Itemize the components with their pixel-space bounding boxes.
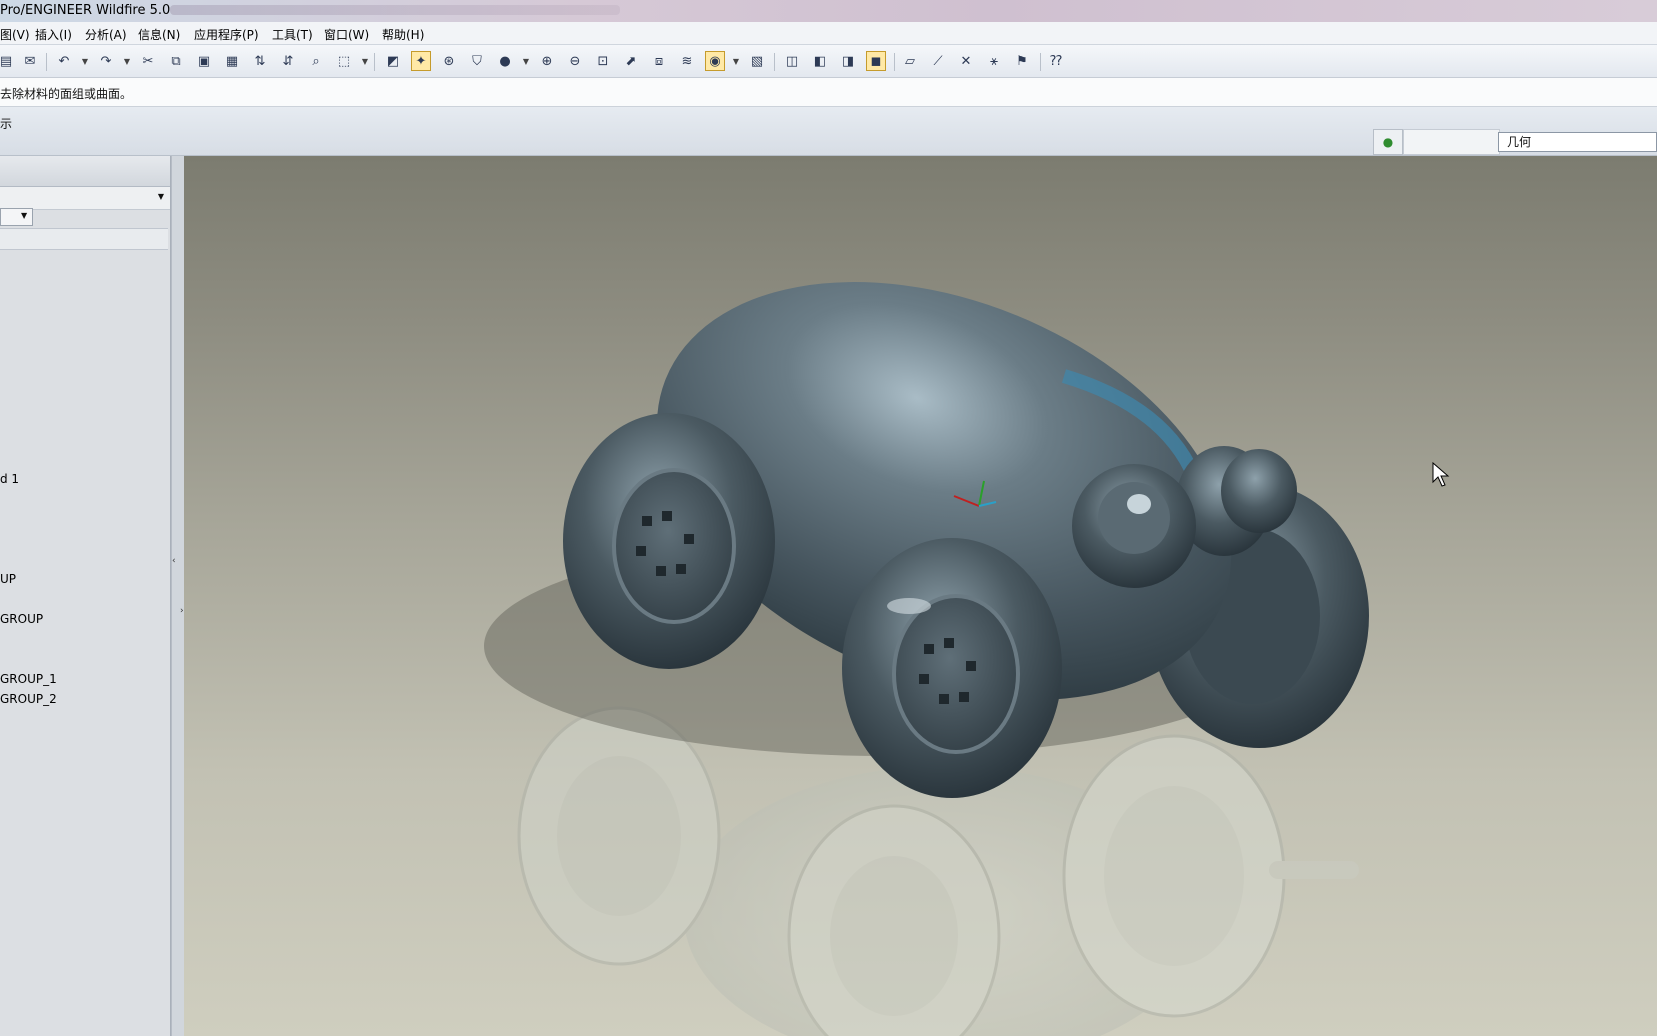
print-icon[interactable]: ▤ bbox=[0, 51, 16, 71]
paste-special-icon[interactable]: ▦ bbox=[222, 51, 242, 71]
redo-dropdown-icon[interactable]: ▼ bbox=[122, 51, 132, 71]
display-style-icon[interactable]: ◉ bbox=[705, 51, 725, 71]
traffic-light-icon[interactable]: ● bbox=[1373, 129, 1403, 155]
main-toolbar: ▤ ✉ ↶ ▼ ↷ ▼ ✂ ⧉ ▣ ▦ ⇅ ⇵ ⌕ ⬚ ▼ ◩ ✦ ⊛ ⛉ ● … bbox=[0, 45, 1657, 78]
shaded-icon[interactable]: ◼ bbox=[866, 51, 886, 71]
layers-icon[interactable]: ≋ bbox=[677, 51, 697, 71]
reorient-icon[interactable]: ⬈ bbox=[621, 51, 641, 71]
model-tree-dropdown[interactable]: ▼ bbox=[0, 187, 170, 210]
toolbar-separator bbox=[774, 53, 775, 71]
menu-info[interactable]: 信息(N) bbox=[138, 26, 180, 43]
send-mail-icon[interactable]: ✉ bbox=[20, 51, 40, 71]
menu-tools[interactable]: 工具(T) bbox=[272, 26, 313, 43]
toolbar-separator bbox=[1040, 53, 1041, 71]
message-area: 去除材料的面组或曲面。 bbox=[0, 78, 1657, 107]
regenerate-icon[interactable]: ⇅ bbox=[250, 51, 270, 71]
window-title: Pro/ENGINEER Wildfire 5.0 bbox=[0, 3, 171, 18]
refit-icon[interactable]: ⊡ bbox=[593, 51, 613, 71]
mouse-cursor-icon bbox=[1432, 461, 1450, 487]
message-text: 去除材料的面组或曲面。 bbox=[0, 87, 133, 101]
find-icon[interactable]: ⌕ bbox=[306, 51, 326, 71]
panel-splitter[interactable]: ‹ › bbox=[171, 156, 185, 1036]
menu-help[interactable]: 帮助(H) bbox=[382, 26, 424, 43]
regen-manager-icon[interactable]: ⇵ bbox=[278, 51, 298, 71]
rear-left-wheel bbox=[563, 413, 775, 669]
model-tree-header bbox=[0, 156, 170, 187]
spin-center-icon[interactable]: ✦ bbox=[411, 51, 431, 71]
repaint-icon[interactable]: ◩ bbox=[383, 51, 403, 71]
menu-analysis[interactable]: 分析(A) bbox=[85, 26, 127, 43]
model-tree-panel: ▼ ▼ d 1 UP GROUP GROUP_1 GROUP_2 bbox=[0, 156, 171, 1036]
menu-applications[interactable]: 应用程序(P) bbox=[194, 26, 259, 43]
cut-icon[interactable]: ✂ bbox=[138, 51, 158, 71]
datum-planes-icon[interactable]: ▱ bbox=[900, 51, 920, 71]
status-field bbox=[1403, 129, 1500, 155]
shading-dropdown-icon[interactable]: ▼ bbox=[521, 51, 531, 71]
hidden-line-icon[interactable]: ◧ bbox=[810, 51, 830, 71]
datum-axes-icon[interactable]: ⟋ bbox=[928, 51, 948, 71]
coordinate-systems-icon[interactable]: ⚹ bbox=[984, 51, 1004, 71]
menu-insert[interactable]: 插入(I) bbox=[35, 26, 72, 43]
tree-column-header bbox=[0, 228, 168, 250]
status-text: 示 bbox=[0, 117, 13, 131]
shading-icon[interactable]: ● bbox=[495, 51, 515, 71]
model-render bbox=[484, 282, 1450, 1036]
zoom-out-icon[interactable]: ⊖ bbox=[565, 51, 585, 71]
view-manager-icon[interactable]: ⧈ bbox=[649, 51, 669, 71]
redo-icon[interactable]: ↷ bbox=[96, 51, 116, 71]
context-help-icon[interactable]: ⁇ bbox=[1046, 51, 1066, 71]
wireframe-icon[interactable]: ◫ bbox=[782, 51, 802, 71]
undo-icon[interactable]: ↶ bbox=[54, 51, 74, 71]
title-path bbox=[170, 5, 620, 15]
selection-filter-select[interactable]: 几何 bbox=[1498, 132, 1657, 152]
copy-icon[interactable]: ⧉ bbox=[166, 51, 186, 71]
chevron-down-icon[interactable]: ▼ bbox=[21, 211, 27, 220]
title-bar: Pro/ENGINEER Wildfire 5.0 bbox=[0, 0, 1657, 22]
menu-view[interactable]: 图(V) bbox=[0, 26, 30, 43]
undo-dropdown-icon[interactable]: ▼ bbox=[80, 51, 90, 71]
toolbar-separator bbox=[46, 53, 47, 71]
chevron-down-icon[interactable]: ▼ bbox=[158, 192, 164, 201]
graphics-viewport[interactable] bbox=[184, 156, 1657, 1036]
select-dropdown-icon[interactable]: ▼ bbox=[360, 51, 370, 71]
menu-bar: 图(V) 插入(I) 分析(A) 信息(N) 应用程序(P) 工具(T) 窗口(… bbox=[0, 22, 1657, 45]
tree-item[interactable]: UP bbox=[0, 572, 16, 586]
menu-window[interactable]: 窗口(W) bbox=[324, 26, 369, 43]
tree-item[interactable]: GROUP_1 bbox=[0, 672, 57, 686]
display-style-dropdown-icon[interactable]: ▼ bbox=[731, 51, 741, 71]
paste-icon[interactable]: ▣ bbox=[194, 51, 214, 71]
appearance-gallery-icon[interactable]: ▧ bbox=[747, 51, 767, 71]
no-hidden-icon[interactable]: ◨ bbox=[838, 51, 858, 71]
toolbar-separator bbox=[374, 53, 375, 71]
zoom-in-icon[interactable]: ⊕ bbox=[537, 51, 557, 71]
tree-item[interactable]: d 1 bbox=[0, 472, 19, 486]
settings-dropdown[interactable]: ▼ bbox=[0, 208, 33, 226]
datum-points-icon[interactable]: ✕ bbox=[956, 51, 976, 71]
toolbar-separator bbox=[894, 53, 895, 71]
saved-views-icon[interactable]: ⛉ bbox=[467, 51, 487, 71]
status-strip: 示 ● 几何 bbox=[0, 107, 1657, 156]
tree-item[interactable]: GROUP bbox=[0, 612, 43, 626]
front-left-wheel bbox=[842, 538, 1062, 798]
collapse-left-icon[interactable]: ‹ bbox=[172, 556, 176, 566]
tree-item[interactable]: GROUP_2 bbox=[0, 692, 57, 706]
annotation-display-icon[interactable]: ⚑ bbox=[1012, 51, 1032, 71]
select-box-icon[interactable]: ⬚ bbox=[334, 51, 354, 71]
orient-mode-icon[interactable]: ⊛ bbox=[439, 51, 459, 71]
